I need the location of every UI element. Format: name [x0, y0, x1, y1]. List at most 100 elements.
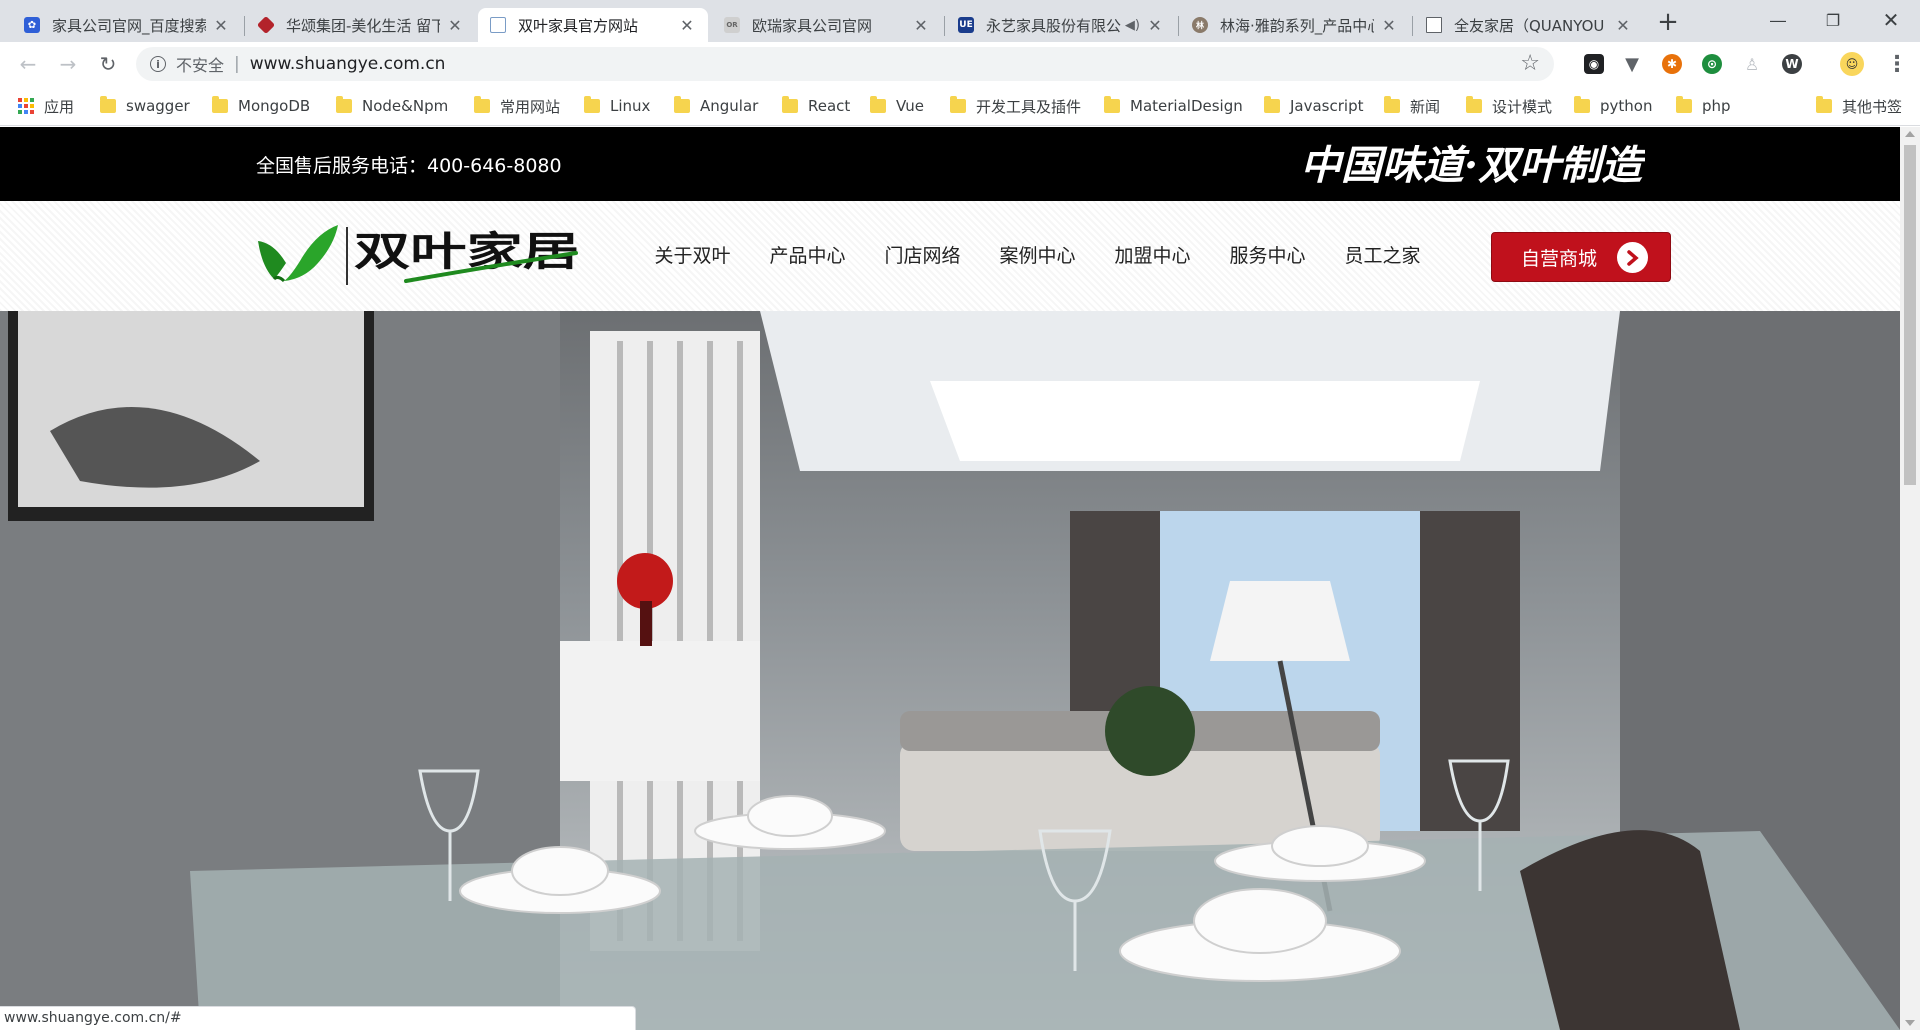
main-nav: 关于双叶 产品中心 门店网络 案例中心 加盟中心 服务中心 员工之家	[635, 241, 1440, 268]
bookmark-folder[interactable]: Javascript	[1264, 95, 1363, 117]
restore-icon[interactable]: ❐	[1810, 0, 1856, 40]
info-icon[interactable]: i	[150, 56, 166, 72]
bookmark-folder[interactable]: 设计模式	[1466, 95, 1552, 117]
bookmark-folder[interactable]: 开发工具及插件	[950, 95, 1081, 117]
bookmark-folder[interactable]: 新闻	[1384, 95, 1440, 117]
folder-icon	[1104, 96, 1120, 113]
extension-vue-icon[interactable]: ▼	[1622, 54, 1642, 75]
url-text[interactable]: www.shuangye.com.cn	[250, 54, 446, 74]
tab-yongyi[interactable]: UE 永艺家具股份有限公 ◀) ✕	[946, 8, 1176, 42]
scroll-thumb[interactable]	[1904, 145, 1916, 485]
close-icon[interactable]: ✕	[1380, 16, 1398, 35]
avatar-icon[interactable]: ☺	[1840, 52, 1864, 76]
star-icon[interactable]: ☆	[1520, 51, 1540, 76]
back-icon[interactable]: ←	[14, 50, 42, 78]
close-icon[interactable]: ✕	[212, 16, 230, 35]
tab-ourui[interactable]: OR 欧瑞家具公司官网 ✕	[712, 8, 942, 42]
bookmark-folder[interactable]: React	[782, 95, 850, 117]
hero-cabinet	[560, 641, 760, 781]
nav-item-stores[interactable]: 门店网络	[865, 241, 980, 268]
tab-huasong[interactable]: 华颂集团-美化生活 留下 ✕	[246, 8, 476, 42]
nav-item-staff[interactable]: 员工之家	[1325, 241, 1440, 268]
bookmark-folder[interactable]: php	[1676, 95, 1731, 117]
folder-icon	[1574, 96, 1590, 113]
bookmark-label: python	[1600, 97, 1653, 115]
bookmark-label: MaterialDesign	[1130, 97, 1243, 115]
other-bookmarks[interactable]: 其他书签	[1816, 95, 1902, 117]
bookmark-folder[interactable]: Vue	[870, 95, 924, 117]
bookmark-label: Vue	[896, 97, 924, 115]
extension-mask-icon[interactable]: ◉	[1584, 54, 1604, 74]
nav-item-franchise[interactable]: 加盟中心	[1095, 241, 1210, 268]
slogan-calligraphy: 中国味道·双叶制造	[1300, 142, 1645, 189]
page-blank-icon	[1426, 17, 1442, 33]
tab-strip: ✿ 家具公司官网_百度搜索 ✕ 华颂集团-美化生活 留下 ✕ 双叶家具官方网站 …	[0, 0, 1920, 42]
nav-item-service[interactable]: 服务中心	[1210, 241, 1325, 268]
nav-item-products[interactable]: 产品中心	[750, 241, 865, 268]
close-window-icon[interactable]: ✕	[1868, 0, 1914, 40]
tab-baidu-search[interactable]: ✿ 家具公司官网_百度搜索 ✕	[12, 8, 242, 42]
folder-icon	[950, 96, 966, 113]
shop-button[interactable]: 自营商城	[1491, 232, 1671, 282]
site-logo[interactable]: 双叶家居	[256, 223, 581, 289]
bookmark-label: 应用	[44, 97, 75, 116]
tab-title: 华颂集团-美化生活 留下	[286, 16, 440, 35]
bookmark-label: 开发工具及插件	[976, 97, 1082, 116]
extension-grey-icon[interactable]: ♙	[1742, 54, 1762, 74]
hero-banner[interactable]	[0, 311, 1900, 1030]
nav-item-about[interactable]: 关于双叶	[635, 241, 750, 268]
folder-icon	[870, 96, 886, 113]
site-topbar: 全国售后服务电话：400-646-8080 中国味道·双叶制造	[0, 127, 1900, 201]
tab-separator	[1412, 16, 1413, 36]
security-label[interactable]: 不安全	[176, 52, 224, 76]
close-icon[interactable]: ✕	[678, 16, 696, 35]
tab-title: 永艺家具股份有限公	[986, 16, 1121, 35]
bookmark-folder[interactable]: Linux	[584, 95, 650, 117]
service-phone: 全国售后服务电话：400-646-8080	[256, 155, 562, 177]
page-scrollbar[interactable]	[1900, 127, 1920, 1030]
address-bar[interactable]: i 不安全 | www.shuangye.com.cn ☆	[136, 47, 1554, 81]
scroll-down-arrow-icon[interactable]	[1905, 1020, 1915, 1026]
bookmark-folder[interactable]: swagger	[100, 95, 190, 117]
close-icon[interactable]: ✕	[1614, 16, 1632, 35]
bookmark-label: Javascript	[1290, 97, 1364, 115]
menu-icon[interactable]: ⋮	[1886, 52, 1908, 77]
forward-icon[interactable]: →	[54, 50, 82, 78]
logo-divider	[346, 227, 348, 285]
bookmark-apps[interactable]: 应用	[18, 95, 74, 117]
bookmark-folder[interactable]: MongoDB	[212, 95, 310, 117]
shop-button-label: 自营商城	[1521, 247, 1598, 270]
tab-title: 双叶家具官方网站	[518, 16, 639, 35]
bookmark-folder[interactable]: Angular	[674, 95, 758, 117]
tab-quanyou[interactable]: 全友家居（QUANYOU ✕	[1414, 8, 1644, 42]
site-header: 双叶家居 关于双叶 产品中心 门店网络 案例中心 加盟中心 服务中心 员工之家 …	[0, 201, 1900, 311]
new-tab-button[interactable]: +	[1654, 7, 1682, 37]
minimize-icon[interactable]: ―	[1755, 0, 1801, 40]
bookmark-label: 新闻	[1410, 97, 1441, 116]
tab-shuangye[interactable]: 双叶家具官方网站 ✕	[478, 8, 708, 42]
bookmark-folder[interactable]: 常用网站	[474, 95, 560, 117]
extension-search-icon[interactable]: ⊙	[1702, 54, 1722, 74]
extension-w-icon[interactable]: W	[1782, 54, 1802, 74]
speaker-icon[interactable]: ◀)	[1125, 18, 1140, 33]
bookmark-folder[interactable]: python	[1574, 95, 1652, 117]
close-icon[interactable]: ✕	[912, 16, 930, 35]
svg-text:双叶家居: 双叶家居	[354, 228, 579, 275]
reload-icon[interactable]: ↻	[94, 50, 122, 78]
hero-plant	[1105, 686, 1195, 776]
nav-item-cases[interactable]: 案例中心	[980, 241, 1095, 268]
folder-icon	[474, 96, 490, 113]
close-icon[interactable]: ✕	[1146, 16, 1164, 35]
bookmark-label: Node&Npm	[362, 97, 449, 115]
extension-orange-icon[interactable]: ✱	[1662, 54, 1682, 74]
apps-grid-icon	[18, 98, 34, 114]
bookmark-folder[interactable]: Node&Npm	[336, 95, 448, 117]
scroll-up-arrow-icon[interactable]	[1905, 131, 1915, 137]
bookmark-folder[interactable]: MaterialDesign	[1104, 95, 1243, 117]
status-url-bubble: www.shuangye.com.cn/#	[0, 1006, 636, 1030]
close-icon[interactable]: ✕	[446, 16, 464, 35]
folder-icon	[1816, 96, 1832, 113]
bookmark-label: MongoDB	[238, 97, 311, 115]
huasong-diamond-icon	[256, 15, 276, 35]
tab-linhai[interactable]: 林 林海·雅韵系列_产品中心 ✕	[1180, 8, 1410, 42]
